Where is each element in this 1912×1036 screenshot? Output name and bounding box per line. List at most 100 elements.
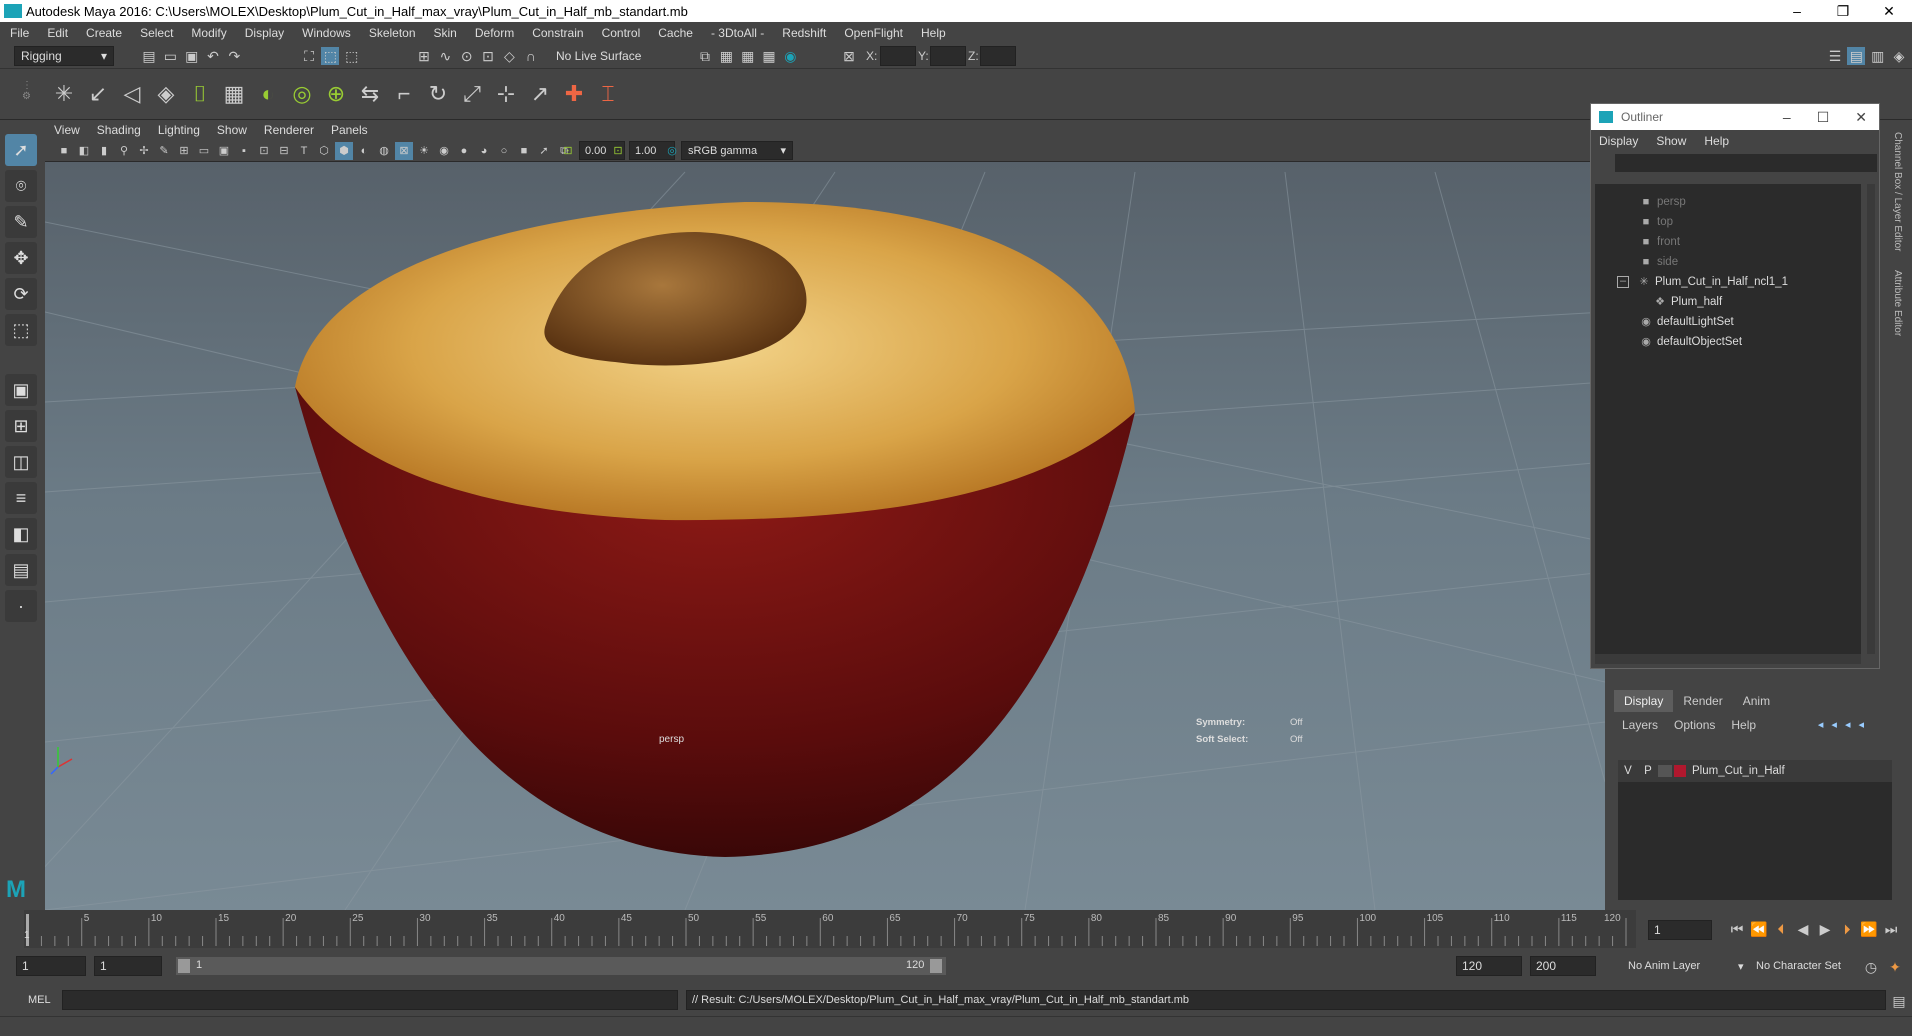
viewport-menu-show[interactable]: Show — [217, 123, 247, 137]
outliner-menu-help[interactable]: Help — [1704, 134, 1729, 148]
viewport-3d[interactable]: persp Symmetry: Off Soft Select: Off — [45, 162, 1605, 910]
field-chart-icon[interactable]: ⊡ — [255, 142, 273, 160]
redo-icon[interactable]: ↷ — [225, 47, 243, 65]
select-component-icon[interactable]: ⬚ — [343, 47, 361, 65]
outliner-vscrollbar[interactable] — [1867, 184, 1875, 654]
animation-end-field[interactable]: 200 — [1530, 956, 1596, 976]
textured-icon[interactable]: ◍ — [375, 142, 393, 160]
move-tool-icon[interactable]: ✥ — [5, 242, 37, 274]
layer-menu-help[interactable]: Help — [1731, 718, 1756, 732]
motion-blur-icon[interactable]: ● — [455, 142, 473, 160]
menu-deform[interactable]: Deform — [475, 26, 514, 40]
attribute-editor-icon[interactable]: ▤ — [1847, 47, 1866, 65]
outliner-menu-display[interactable]: Display — [1599, 134, 1638, 148]
animation-prefs-icon[interactable]: ✦ — [1886, 958, 1904, 976]
menu-skeleton[interactable]: Skeleton — [369, 26, 416, 40]
select-tool-icon[interactable]: ➚ — [5, 134, 37, 166]
grid-icon[interactable]: ⊞ — [175, 142, 193, 160]
save-scene-icon[interactable]: ▣ — [183, 47, 201, 65]
outliner-filter-input[interactable] — [1615, 154, 1877, 172]
color-space-dropdown[interactable]: sRGB gamma ▾ — [681, 141, 793, 160]
snap-view-icon[interactable]: ⊡ — [479, 47, 497, 65]
bind-skin-icon[interactable]: ⌷ — [186, 80, 214, 108]
step-forward-frame-icon[interactable]: ⏵ — [1838, 920, 1856, 938]
wireframe-on-shaded-icon[interactable]: ◐ — [355, 142, 373, 160]
ipr-render-icon[interactable]: ▦ — [739, 47, 757, 65]
ik-spline-icon[interactable]: ◁ — [118, 80, 146, 108]
viewport-menu-lighting[interactable]: Lighting — [158, 123, 200, 137]
pole-vector-icon[interactable]: ↗ — [526, 80, 554, 108]
step-back-frame-icon[interactable]: ⏴ — [1772, 920, 1790, 938]
scale-constraint-icon[interactable]: ⤢ — [458, 80, 486, 108]
menu-display[interactable]: Display — [245, 26, 284, 40]
open-scene-icon[interactable]: ▭ — [161, 47, 179, 65]
side-by-side-icon[interactable]: ◫ — [5, 446, 37, 478]
film-gate-icon[interactable]: ▭ — [195, 142, 213, 160]
grease-pencil-icon[interactable]: ✎ — [155, 142, 173, 160]
menu-select[interactable]: Select — [140, 26, 173, 40]
menu-constrain[interactable]: Constrain — [532, 26, 583, 40]
isolate-select-icon[interactable]: ■ — [515, 142, 533, 160]
snap-point-icon[interactable]: ⊙ — [458, 47, 476, 65]
image-plane-icon[interactable]: ⚲ — [115, 142, 133, 160]
select-object-icon[interactable]: ⬚ — [321, 47, 340, 65]
outliner-item-top[interactable]: ■ top — [1595, 212, 1861, 232]
viewport-menu-view[interactable]: View — [54, 123, 80, 137]
step-back-key-icon[interactable]: ⏪ — [1750, 920, 1768, 938]
animation-start-field[interactable]: 1 — [16, 956, 86, 976]
menu-edit[interactable]: Edit — [47, 26, 68, 40]
2d-pan-icon[interactable]: ✢ — [135, 142, 153, 160]
current-frame-field[interactable]: 1 — [1648, 920, 1712, 940]
menu-openflight[interactable]: OpenFlight — [844, 26, 903, 40]
playback-end-field[interactable]: 120 — [1456, 956, 1522, 976]
select-hierarchy-icon[interactable]: ⛶ — [300, 47, 318, 65]
persp-hypershade-icon[interactable]: ▤ — [5, 554, 37, 586]
menu-modify[interactable]: Modify — [191, 26, 226, 40]
auto-key-icon[interactable]: ◷ — [1862, 958, 1880, 976]
joint-tool-icon[interactable]: ✳ — [50, 80, 78, 108]
play-forward-icon[interactable]: ▶ — [1816, 920, 1834, 938]
outliner-item-side[interactable]: ■ side — [1595, 252, 1861, 272]
character-set-dropdown[interactable]: No Character Set — [1756, 960, 1841, 972]
persp-graph-icon[interactable]: ≡ — [5, 482, 37, 514]
exposure-icon[interactable]: ⊡ — [559, 142, 577, 160]
close-icon[interactable]: ✕ — [1855, 109, 1867, 126]
script-language-toggle[interactable]: MEL — [28, 994, 51, 1006]
hypershade-icon[interactable]: ◉ — [781, 47, 799, 65]
layer-type-box[interactable] — [1658, 765, 1672, 777]
tool-settings-icon[interactable]: ▥ — [1869, 47, 1887, 65]
scale-tool-icon[interactable]: ⬚ — [5, 314, 37, 346]
menu-help[interactable]: Help — [921, 26, 946, 40]
camera-attributes-icon[interactable]: ◧ — [75, 142, 93, 160]
snap-curve-icon[interactable]: ∿ — [436, 47, 454, 65]
lattice-icon[interactable]: ▦ — [220, 80, 248, 108]
menu-3dtoall[interactable]: - 3DtoAll - — [711, 26, 764, 40]
shelf-handle[interactable]: ⋮ ⚙ — [22, 80, 32, 112]
render-frame-icon[interactable]: ▦ — [717, 47, 735, 65]
outliner-menu-show[interactable]: Show — [1656, 134, 1686, 148]
shadows-icon[interactable]: ☀ — [415, 142, 433, 160]
outliner-item-plum-half[interactable]: ❖ Plum_half — [1595, 292, 1861, 312]
safe-title-icon[interactable]: T — [295, 142, 313, 160]
x-field[interactable] — [880, 46, 916, 66]
persp-outliner-icon[interactable]: ◧ — [5, 518, 37, 550]
resolution-gate-icon[interactable]: ▣ — [215, 142, 233, 160]
tab-attribute-editor[interactable]: Attribute Editor — [1892, 252, 1903, 336]
range-start-handle[interactable] — [178, 959, 190, 973]
select-camera-icon[interactable]: ■ — [55, 142, 73, 160]
range-slider[interactable]: 1 120 — [176, 957, 946, 975]
modeling-toolkit-icon[interactable]: ☰ — [1826, 47, 1844, 65]
gate-mask-icon[interactable]: ▪ — [235, 142, 253, 160]
range-end-handle[interactable] — [930, 959, 942, 973]
tab-display[interactable]: Display — [1614, 690, 1674, 712]
collapse-icon[interactable]: – — [1617, 276, 1629, 288]
layer-action-icons[interactable]: ◂◂◂◂ — [1818, 718, 1872, 731]
outliner-item-persp[interactable]: ■ persp — [1595, 192, 1861, 212]
menu-skin[interactable]: Skin — [434, 26, 457, 40]
outliner-hscrollbar[interactable] — [1595, 654, 1861, 664]
outliner-item-front[interactable]: ■ front — [1595, 232, 1861, 252]
render-settings-icon[interactable]: ⧉ — [696, 47, 714, 65]
tab-anim[interactable]: Anim — [1733, 690, 1780, 712]
layer-name[interactable]: Plum_Cut_in_Half — [1692, 765, 1785, 777]
paint-select-icon[interactable]: ✎ — [5, 206, 37, 238]
